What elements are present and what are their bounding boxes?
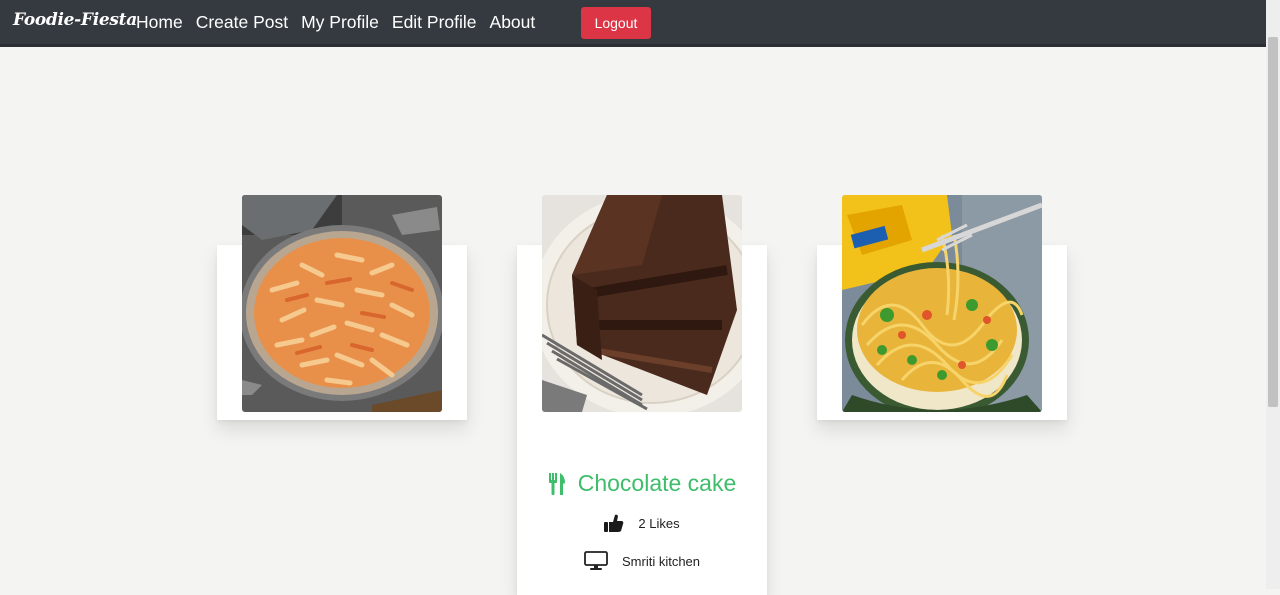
channel-name[interactable]: Smriti kitchen	[622, 554, 700, 569]
post-title[interactable]: Chocolate cake	[578, 470, 737, 497]
nav-my-profile-link[interactable]: My Profile	[301, 12, 379, 33]
nav-home-link[interactable]: Home	[136, 12, 183, 33]
utensils-icon	[548, 472, 565, 495]
thumbs-up-icon[interactable]	[604, 514, 624, 532]
channel-row: Smriti kitchen	[517, 551, 767, 571]
likes-count: 2 Likes	[638, 515, 680, 531]
scrollbar-thumb[interactable]	[1268, 37, 1278, 407]
pasta-image[interactable]	[242, 195, 442, 412]
chocolate-cake-image[interactable]	[542, 195, 742, 412]
nav-links: Home Create Post My Profile Edit Profile…	[136, 12, 548, 33]
brand-logo[interactable]: Foodie-Fiesta	[13, 10, 137, 30]
post-title-row: Chocolate cake	[517, 470, 767, 497]
navbar: Foodie-Fiesta Home Create Post My Profil…	[0, 0, 1266, 47]
monitor-icon	[584, 551, 608, 570]
nav-edit-profile-link[interactable]: Edit Profile	[392, 12, 477, 33]
noodles-image[interactable]	[842, 195, 1042, 412]
logout-button[interactable]: Logout	[581, 7, 651, 39]
likes-row: 2 Likes	[517, 514, 767, 532]
nav-about-link[interactable]: About	[490, 12, 536, 33]
nav-create-post-link[interactable]: Create Post	[196, 12, 288, 33]
